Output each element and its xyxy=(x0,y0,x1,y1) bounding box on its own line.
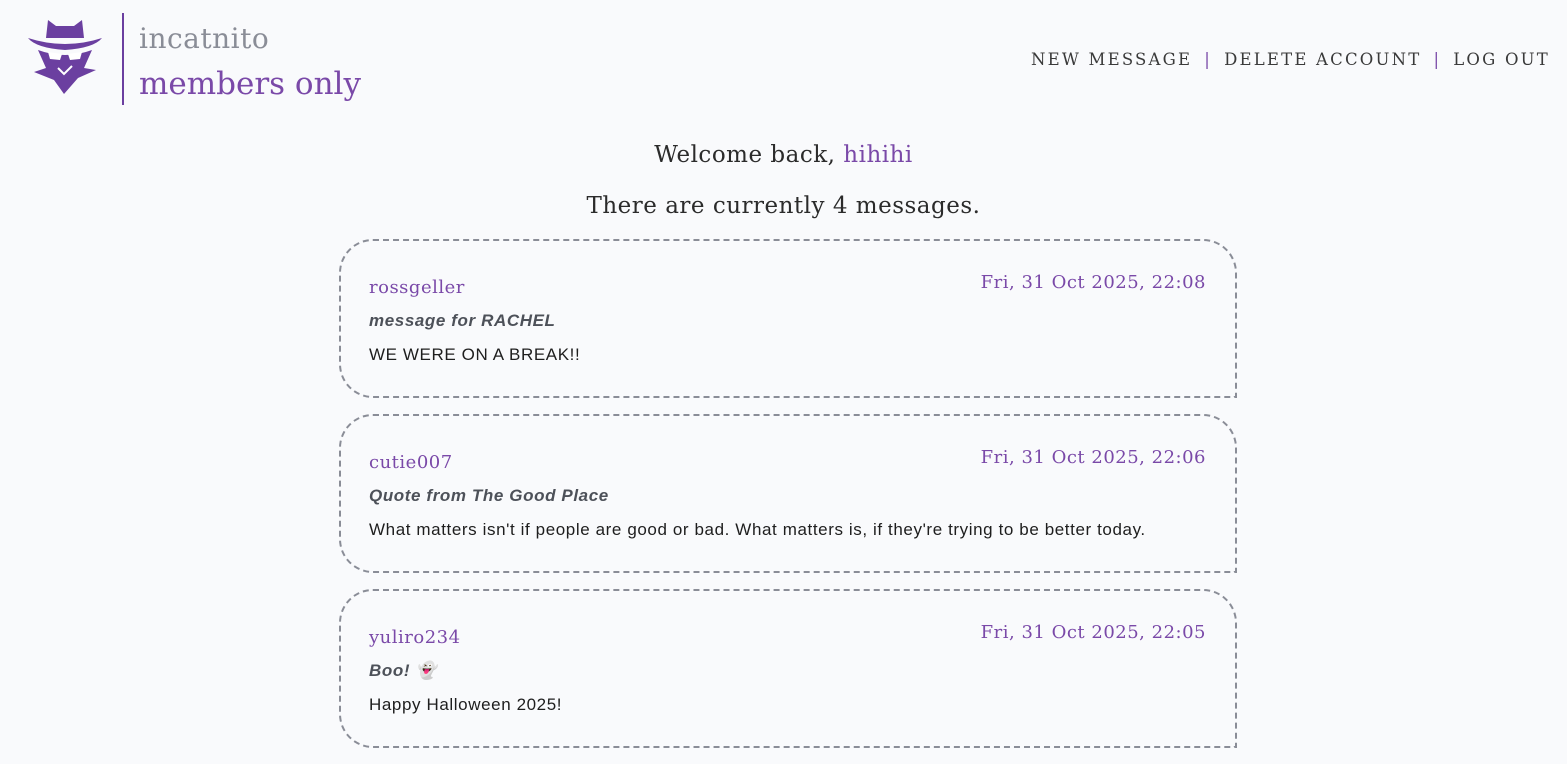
message-author: yuliro234 xyxy=(369,627,461,648)
message-timestamp: Fri, 31 Oct 2025, 22:08 xyxy=(980,272,1206,293)
message-timestamp: Fri, 31 Oct 2025, 22:06 xyxy=(980,447,1206,468)
delete-account-link[interactable]: DELETE ACCOUNT xyxy=(1224,50,1421,69)
message-body: What matters isn't if people are good or… xyxy=(369,520,1146,539)
incognito-cat-icon xyxy=(28,20,102,94)
message-timestamp: Fri, 31 Oct 2025, 22:05 xyxy=(980,622,1206,643)
site-header: incatnito members only NEW MESSAGE | DEL… xyxy=(0,0,1567,120)
new-message-link[interactable]: NEW MESSAGE xyxy=(1031,50,1192,69)
message-card: cutie007 Fri, 31 Oct 2025, 22:06 Quote f… xyxy=(339,414,1237,573)
welcome-username: hihihi xyxy=(843,142,913,168)
message-list: rossgeller Fri, 31 Oct 2025, 22:08 messa… xyxy=(339,239,1237,764)
brand-name: incatnito xyxy=(139,22,270,55)
message-count: There are currently 4 messages. xyxy=(586,193,981,219)
log-out-link[interactable]: LOG OUT xyxy=(1453,50,1550,69)
message-title: Boo! 👻 xyxy=(369,661,438,680)
message-title: Quote from The Good Place xyxy=(369,486,609,505)
brand-tagline: members only xyxy=(139,66,361,102)
welcome-prefix: Welcome back, xyxy=(654,142,844,168)
message-author: cutie007 xyxy=(369,452,453,473)
welcome-message: Welcome back, hihihi xyxy=(0,142,1567,168)
top-nav: NEW MESSAGE | DELETE ACCOUNT | LOG OUT xyxy=(1031,50,1550,69)
message-author: rossgeller xyxy=(369,277,465,298)
message-body: WE WERE ON A BREAK!! xyxy=(369,345,581,364)
nav-separator: | xyxy=(1433,50,1442,69)
brand-divider xyxy=(122,13,124,105)
message-card: rossgeller Fri, 31 Oct 2025, 22:08 messa… xyxy=(339,239,1237,398)
message-body: Happy Halloween 2025! xyxy=(369,695,563,714)
message-title: message for RACHEL xyxy=(369,311,556,330)
nav-separator: | xyxy=(1204,50,1213,69)
message-card: yuliro234 Fri, 31 Oct 2025, 22:05 Boo! 👻… xyxy=(339,589,1237,748)
